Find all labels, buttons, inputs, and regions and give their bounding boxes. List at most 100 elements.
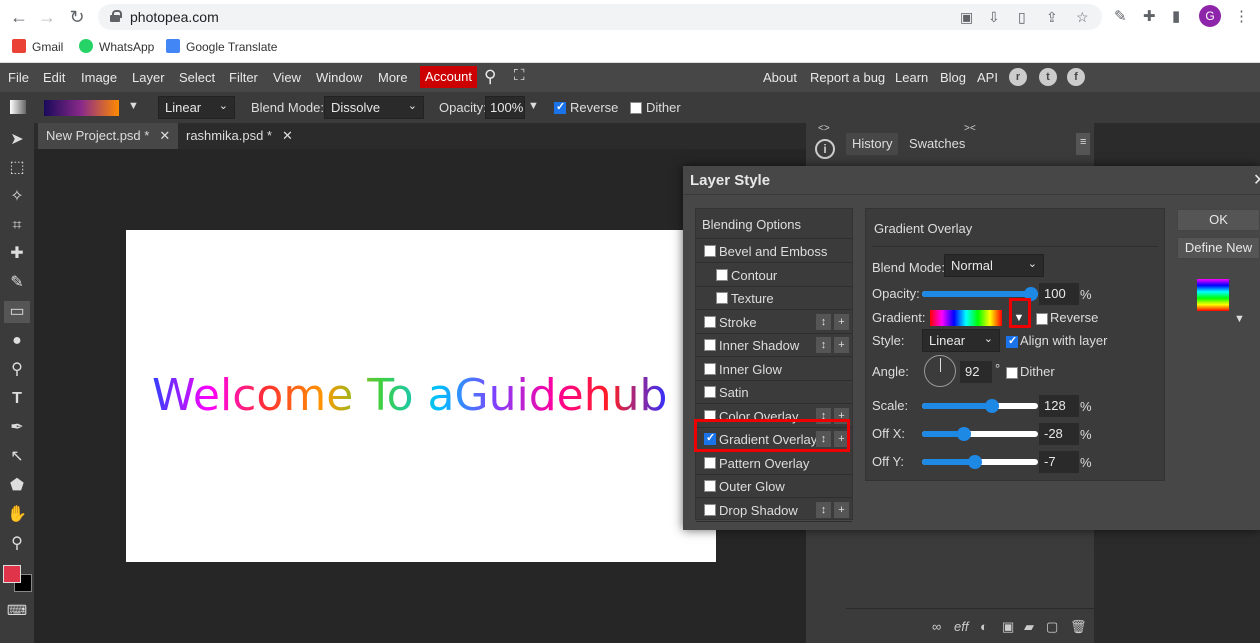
gradient-type-select[interactable]: Linear ⌄ — [158, 96, 235, 119]
marquee-tool-icon[interactable]: ⬚ — [6, 157, 28, 179]
style-item-bevel-and-emboss[interactable]: Bevel and Emboss — [696, 240, 852, 263]
offset-x-value[interactable]: -28 — [1039, 423, 1079, 445]
menu-more[interactable]: More — [378, 70, 408, 85]
bookmark-whatsapp[interactable]: WhatsApp — [79, 39, 154, 54]
extensions-puzzle-icon[interactable]: ✚ — [1143, 7, 1156, 25]
style-item-satin[interactable]: Satin — [696, 381, 852, 404]
tab-history[interactable]: History — [846, 133, 899, 155]
scale-slider-knob[interactable] — [985, 399, 999, 413]
add-style-icon[interactable]: + — [834, 431, 849, 447]
style-item-texture[interactable]: Texture — [696, 287, 852, 310]
menu-layer[interactable]: Layer — [132, 70, 165, 85]
reverse-checkbox[interactable] — [554, 100, 566, 114]
reorder-icon[interactable]: ↕ — [816, 337, 831, 353]
info-icon[interactable]: i — [815, 139, 835, 159]
fullscreen-icon[interactable]: ⛶ — [514, 67, 525, 84]
keyboard-icon[interactable]: ⌨ — [6, 599, 28, 621]
reorder-icon[interactable]: ↕ — [816, 501, 831, 518]
page-icon[interactable]: ▯ — [1018, 9, 1026, 26]
new-layer-icon[interactable]: ▢ — [1046, 619, 1058, 635]
scale-slider[interactable] — [922, 399, 1038, 413]
document-canvas[interactable]: Welcome To aGuidehub — [126, 230, 716, 562]
menu-select[interactable]: Select — [179, 70, 215, 85]
reload-icon[interactable]: ↻ — [66, 6, 88, 28]
opacity-input[interactable]: 100% — [485, 96, 525, 119]
menu-filter[interactable]: Filter — [229, 70, 258, 85]
offset-x-slider-knob[interactable] — [957, 427, 971, 441]
reorder-icon[interactable]: ↕ — [816, 313, 831, 330]
forward-icon[interactable]: → — [36, 6, 58, 28]
link-report-bug[interactable]: Report a bug — [810, 70, 885, 85]
menu-image[interactable]: Image — [81, 70, 117, 85]
adjustment-layer-icon[interactable]: ◐ — [980, 619, 988, 634]
opacity-slider-knob[interactable] — [1024, 287, 1038, 301]
style-item-inner-glow[interactable]: Inner Glow — [696, 358, 852, 381]
side-panel-icon[interactable]: ▮ — [1172, 7, 1180, 25]
close-tab-icon[interactable]: ✕ — [282, 128, 293, 143]
opacity-value[interactable]: 100 — [1039, 283, 1079, 305]
ok-button[interactable]: OK — [1177, 209, 1260, 231]
bookmark-gmail[interactable]: Gmail — [12, 39, 63, 54]
twitter-icon[interactable]: t — [1039, 68, 1057, 86]
path-select-tool-icon[interactable]: ↖ — [6, 446, 28, 468]
style-item-stroke[interactable]: Stroke ↕ + — [696, 311, 852, 334]
offset-y-slider[interactable] — [922, 455, 1038, 469]
brush-tool-icon[interactable]: ✎ — [6, 272, 28, 294]
collapse-arrows-icon[interactable]: <> — [818, 123, 830, 134]
style-item-contour[interactable]: Contour — [696, 264, 852, 287]
reorder-icon[interactable]: ↕ — [816, 431, 831, 447]
link-about[interactable]: About — [763, 70, 797, 85]
facebook-icon[interactable]: f — [1067, 68, 1085, 86]
install-icon[interactable]: ⇩ — [988, 9, 1000, 26]
back-icon[interactable]: ← — [8, 6, 30, 28]
style-checkbox[interactable] — [704, 480, 716, 492]
style-item-outer-glow[interactable]: Outer Glow — [696, 475, 852, 498]
zoom-tool-icon[interactable]: ⚲ — [6, 533, 28, 555]
opacity-slider[interactable] — [922, 287, 1038, 301]
style-item-drop-shadow[interactable]: Drop Shadow ↕ + — [696, 499, 852, 522]
link-learn[interactable]: Learn — [895, 70, 928, 85]
pen-tool-icon[interactable]: ✒ — [6, 417, 28, 439]
tab-swatches[interactable]: Swatches — [903, 133, 971, 155]
style-checkbox[interactable] — [704, 409, 716, 422]
new-group-icon[interactable]: ▰ — [1024, 619, 1034, 635]
account-button[interactable]: Account — [420, 66, 477, 88]
style-item-color-overlay[interactable]: Color Overlay ↕ + — [696, 405, 852, 428]
gradient-preview[interactable] — [930, 310, 1002, 326]
hand-tool-icon[interactable]: ✋ — [6, 504, 28, 526]
overlay-blend-mode-select[interactable]: Normal ⌄ — [944, 254, 1044, 277]
link-layers-icon[interactable]: ∞ — [932, 619, 941, 634]
style-checkbox[interactable] — [704, 431, 716, 445]
foreground-color-swatch[interactable] — [3, 565, 21, 583]
menu-window[interactable]: Window — [316, 70, 362, 85]
align-with-layer-checkbox[interactable] — [1006, 334, 1018, 348]
bookmark-google-translate[interactable]: Google Translate — [166, 39, 277, 54]
link-blog[interactable]: Blog — [940, 70, 966, 85]
bookmark-star-icon[interactable]: ☆ — [1076, 9, 1089, 26]
gradient-dropdown-icon[interactable]: ▼ — [1011, 310, 1027, 326]
reorder-icon[interactable]: ↕ — [816, 407, 831, 424]
style-item-gradient-overlay[interactable]: Gradient Overlay↕+ — [696, 428, 852, 451]
crop-tool-icon[interactable]: ⌗ — [6, 215, 28, 237]
layer-mask-icon[interactable]: ▣ — [1002, 619, 1014, 635]
menu-view[interactable]: View — [273, 70, 301, 85]
offset-y-value[interactable]: -7 — [1039, 451, 1079, 473]
opacity-dropdown-icon[interactable]: ▼ — [528, 100, 539, 112]
reddit-icon[interactable]: r — [1009, 68, 1027, 86]
layer-effects-icon[interactable]: eff — [954, 619, 968, 634]
style-checkbox[interactable] — [704, 386, 716, 398]
menu-edit[interactable]: Edit — [43, 70, 65, 85]
healing-brush-tool-icon[interactable]: ✚ — [6, 243, 28, 265]
search-icon[interactable]: ⚲ — [484, 67, 496, 87]
add-style-icon[interactable]: + — [834, 313, 849, 330]
browser-menu-icon[interactable]: ⋮ — [1234, 7, 1249, 25]
dodge-tool-icon[interactable]: ⚲ — [6, 359, 28, 381]
overlay-style-select[interactable]: Linear ⌄ — [922, 329, 1000, 352]
style-item-inner-shadow[interactable]: Inner Shadow ↕ + — [696, 334, 852, 357]
offset-x-slider[interactable] — [922, 427, 1038, 441]
link-api[interactable]: API — [977, 70, 998, 85]
delete-layer-icon[interactable]: 🗑 — [1070, 619, 1087, 635]
tab-new-project[interactable]: New Project.psd * ✕ — [38, 123, 179, 149]
gradient-dropdown-icon[interactable]: ▼ — [128, 100, 139, 112]
define-new-button[interactable]: Define New — [1177, 237, 1260, 259]
